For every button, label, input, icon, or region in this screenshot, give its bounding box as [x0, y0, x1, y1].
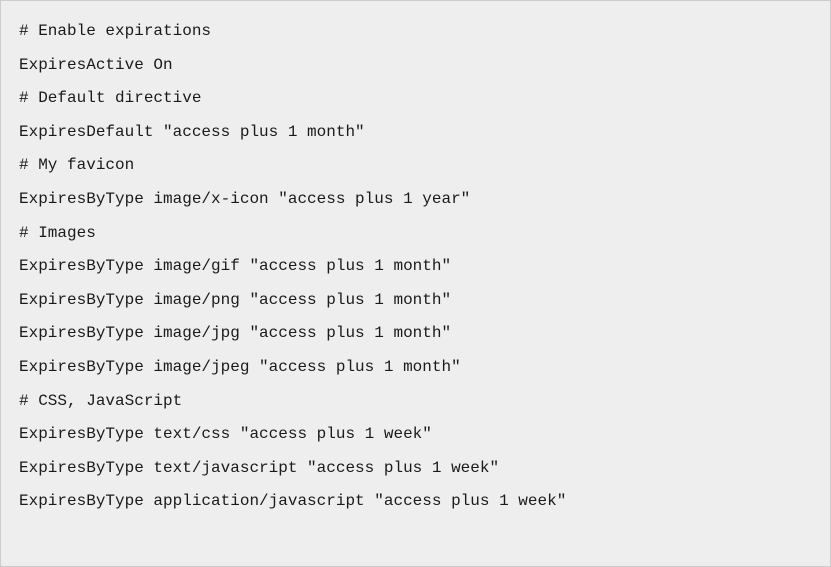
- code-line: ExpiresByType image/jpg "access plus 1 m…: [19, 317, 812, 351]
- code-line: ExpiresByType text/css "access plus 1 we…: [19, 418, 812, 452]
- code-line: # My favicon: [19, 149, 812, 183]
- code-line: # CSS, JavaScript: [19, 385, 812, 419]
- code-block: # Enable expirationsExpiresActive On# De…: [0, 0, 831, 567]
- code-line: # Enable expirations: [19, 15, 812, 49]
- code-line: ExpiresByType image/x-icon "access plus …: [19, 183, 812, 217]
- code-line: ExpiresByType image/jpeg "access plus 1 …: [19, 351, 812, 385]
- code-line: ExpiresDefault "access plus 1 month": [19, 116, 812, 150]
- code-line: ExpiresByType image/gif "access plus 1 m…: [19, 250, 812, 284]
- code-line: ExpiresByType image/png "access plus 1 m…: [19, 284, 812, 318]
- code-line: ExpiresByType application/javascript "ac…: [19, 485, 812, 519]
- code-line: # Images: [19, 217, 812, 251]
- code-line: # Default directive: [19, 82, 812, 116]
- code-line: ExpiresByType text/javascript "access pl…: [19, 452, 812, 486]
- code-line: ExpiresActive On: [19, 49, 812, 83]
